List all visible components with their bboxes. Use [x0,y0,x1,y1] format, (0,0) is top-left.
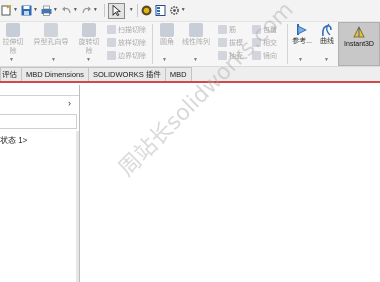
reference-geometry-label: 参考... [292,38,312,45]
file-properties-button[interactable] [155,3,166,19]
file-properties-icon [155,5,166,16]
options-gear-icon [169,6,179,15]
feature-manager-panel: › 状态 1> [0,85,80,282]
ribbon-divider [152,24,153,64]
rebuild-icon [141,5,152,16]
fillet-button[interactable]: 圆角 [156,23,178,47]
save-icon [21,5,32,16]
instant3d-label: Instant3D [344,41,374,48]
toolbar-divider [103,4,105,17]
redo-button[interactable]: ▼ [81,3,98,19]
curves-button[interactable]: 曲线 [318,23,336,46]
extrude-cut-icon [6,23,20,37]
panel-divider [0,95,79,96]
revolve-cut-button[interactable]: 旋转切 除 [77,23,101,56]
tab-solidworks-addins[interactable]: SOLIDWORKS 插件 [87,67,166,81]
hole-wizard-label: 异型孔向导 [33,39,69,46]
select-dropdown-caret[interactable]: ▼ [129,8,134,13]
new-doc-icon [1,5,12,16]
fillet-icon [160,23,174,37]
fillet-dropdown-caret[interactable]: ▼ [162,57,167,63]
select-pointer-icon [112,5,121,16]
tab-evaluate[interactable]: 评估 [0,67,22,81]
boundary-cut-label: 边界切除 [118,52,146,60]
fillet-label: 圆角 [160,39,174,46]
filter-input[interactable] [0,114,77,129]
extrude-cut-label: 拉伸切 除 [2,39,24,55]
ribbon-divider [287,24,288,64]
extrude-cut-dropdown-caret[interactable]: ▼ [9,57,14,63]
quick-access-toolbar: ▼ ▼ ▼ ▼ ▼ ▼ ▼ [0,0,380,22]
linear-pattern-dropdown-caret[interactable]: ▼ [193,57,198,63]
revolve-cut-dropdown-caret[interactable]: ▼ [86,57,91,63]
save-button[interactable]: ▼ [21,3,38,19]
extrude-cut-button[interactable]: 拉伸切 除 [2,23,24,56]
hole-wizard-dropdown-caret[interactable]: ▼ [51,57,56,63]
print-icon [41,5,52,16]
revolve-cut-label: 旋转切 除 [78,39,100,55]
undo-button[interactable]: ▼ [61,3,78,19]
loft-cut-icon [107,38,116,47]
curves-icon [322,23,332,37]
curves-label: 曲线 [320,38,334,45]
boundary-cut-icon [107,51,116,60]
rib-label: 筋 [229,26,236,34]
rebuild-button[interactable] [141,3,152,19]
linear-pattern-icon [189,23,203,37]
hole-wizard-button[interactable]: 异型孔向导 [29,23,73,47]
instant3d-button[interactable]: Instant3D [338,22,380,66]
chevron-right-icon[interactable]: › [68,98,71,108]
toolbar-divider [136,4,138,17]
reference-geometry-dropdown-caret[interactable]: ▼ [298,57,303,63]
instant3d-icon [353,26,365,38]
tab-mbd-dimensions[interactable]: MBD Dimensions [21,67,89,81]
display-state-label[interactable]: 状态 1> [0,135,27,146]
sweep-cut-label: 扫描切除 [118,26,146,34]
undo-icon [61,6,71,14]
linear-pattern-label: 线性阵列 [182,39,210,46]
reference-geometry-icon [297,24,307,35]
command-manager-ribbon: 拉伸切 除 异型孔向导 旋转切 除 扫描切除 放样切除 边界切除 圆角 线性阵列… [0,22,380,67]
linear-pattern-button[interactable]: 线性阵列 [180,23,212,47]
rib-button[interactable]: 筋 [218,24,236,35]
new-doc-button[interactable]: ▼ [1,3,18,19]
sweep-cut-icon [107,25,116,34]
revolve-cut-icon [82,23,96,37]
options-button[interactable]: ▼ [169,3,186,19]
tab-mbd[interactable]: MBD [164,67,192,81]
curves-dropdown-caret[interactable]: ▼ [324,57,329,63]
mirror-label: 镜向 [263,52,277,60]
select-button[interactable] [107,2,125,19]
hole-wizard-icon [44,23,58,37]
loft-cut-label: 放样切除 [118,39,146,47]
panel-scrollbar[interactable] [76,131,79,282]
loft-cut-button[interactable]: 放样切除 [107,37,146,48]
redo-icon [82,6,91,14]
rib-icon [218,25,227,34]
sweep-cut-button[interactable]: 扫描切除 [107,24,146,35]
print-button[interactable]: ▼ [41,3,58,19]
boundary-cut-button[interactable]: 边界切除 [107,50,146,61]
reference-geometry-button[interactable]: 参考... [290,23,314,46]
